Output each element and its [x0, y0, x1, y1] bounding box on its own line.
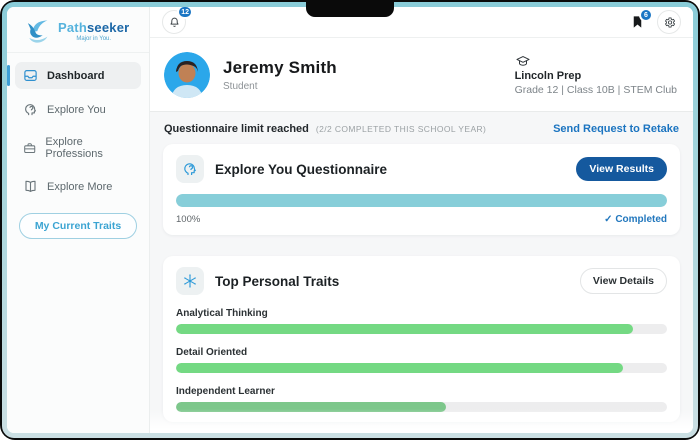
trait-fill	[176, 324, 633, 334]
bell-icon	[168, 16, 181, 29]
dashboard-icon	[23, 68, 38, 83]
sidebar-item-label: Explore More	[47, 181, 112, 193]
trait-row-detail-oriented: Detail Oriented	[176, 347, 667, 373]
brand-name-primary: Path	[58, 20, 87, 35]
traits-card-title: Top Personal Traits	[215, 274, 339, 289]
avatar-photo	[164, 52, 210, 98]
progress-percent-label: 100%	[176, 214, 200, 225]
trait-row-independent-learner: Independent Learner	[176, 386, 667, 412]
app-window: Pathseeker Major in You. Dashboard	[7, 7, 693, 433]
traits-card: Top Personal Traits View Details Analyti…	[163, 256, 680, 422]
questionnaire-progress-fill	[176, 194, 667, 207]
brand-name-secondary: seeker	[87, 20, 129, 35]
sidebar-item-label: Explore You	[47, 104, 106, 116]
brand-tagline: Major in You.	[58, 36, 129, 42]
traits-card-header: Top Personal Traits View Details	[176, 267, 667, 295]
device-frame: Pathseeker Major in You. Dashboard	[0, 0, 700, 440]
trait-fill	[176, 363, 623, 373]
sidebar-item-dashboard[interactable]: Dashboard	[15, 62, 141, 89]
brand-logo: Pathseeker Major in You.	[7, 7, 149, 53]
profile-role: Student	[223, 81, 337, 92]
limit-title: Questionnaire limit reached	[164, 123, 309, 135]
questionnaire-card: Explore You Questionnaire View Results 1…	[163, 144, 680, 235]
trait-track	[176, 324, 667, 334]
profile-header: Jeremy Smith Student Lincoln Prep Grade …	[150, 38, 693, 112]
questionnaire-card-title: Explore You Questionnaire	[215, 162, 387, 177]
avatar	[164, 52, 210, 98]
notification-badge: 12	[177, 7, 193, 19]
limit-note: (2/2 COMPLETED THIS SCHOOL YEAR)	[316, 124, 486, 134]
trait-fill	[176, 402, 446, 412]
sidebar: Pathseeker Major in You. Dashboard	[7, 7, 150, 433]
sidebar-nav: Dashboard Explore You Explore Profession…	[7, 53, 149, 200]
sidebar-item-explore-you[interactable]: Explore You	[15, 96, 141, 123]
view-details-button[interactable]: View Details	[580, 268, 667, 294]
gear-icon	[663, 16, 676, 29]
questionnaire-limit-banner: Questionnaire limit reached (2/2 COMPLET…	[150, 112, 693, 144]
trait-label: Analytical Thinking	[176, 308, 667, 319]
graduation-cap-icon	[515, 54, 531, 68]
sparkle-icon	[182, 273, 198, 289]
trait-label: Detail Oriented	[176, 347, 667, 358]
main-area: 12 6	[150, 7, 693, 433]
sidebar-item-label: Explore Professions	[45, 136, 133, 160]
my-current-traits-button[interactable]: My Current Traits	[19, 213, 137, 239]
sailfish-logo-icon	[23, 17, 53, 44]
dashboard-content: Questionnaire limit reached (2/2 COMPLET…	[150, 112, 693, 433]
profile-name-block: Jeremy Smith Student	[223, 58, 337, 92]
questionnaire-card-header: Explore You Questionnaire View Results	[176, 155, 667, 183]
send-request-to-retake-link[interactable]: Send Request to Retake	[553, 123, 679, 135]
questionnaire-icon-tile	[176, 155, 204, 183]
trait-track	[176, 363, 667, 373]
open-book-icon	[23, 179, 38, 194]
bookmark-badge: 6	[639, 8, 653, 22]
sidebar-item-explore-more[interactable]: Explore More	[15, 173, 141, 200]
sidebar-item-label: Dashboard	[47, 70, 104, 82]
trait-row-analytical-thinking: Analytical Thinking	[176, 308, 667, 334]
notifications-button[interactable]: 12	[162, 10, 186, 34]
bookmarks-button[interactable]: 6	[630, 14, 645, 30]
brand-text: Pathseeker Major in You.	[58, 20, 129, 42]
topbar: 12 6	[150, 7, 693, 38]
briefcase-icon	[23, 141, 36, 156]
traits-icon-tile	[176, 267, 204, 295]
settings-button[interactable]	[657, 10, 681, 34]
school-name: Lincoln Prep	[515, 70, 582, 82]
questionnaire-progress-track	[176, 194, 667, 207]
school-info: Lincoln Prep Grade 12 | Class 10B | STEM…	[515, 54, 677, 96]
profile-name: Jeremy Smith	[223, 58, 337, 78]
trait-track	[176, 402, 667, 412]
camera-notch	[306, 2, 394, 17]
view-results-button[interactable]: View Results	[576, 157, 667, 181]
questionnaire-card-footer: 100% ✓ Completed	[176, 214, 667, 225]
explore-you-head-icon	[23, 102, 38, 117]
topbar-right: 6	[630, 10, 681, 34]
completed-status: ✓ Completed	[604, 214, 667, 225]
school-details: Grade 12 | Class 10B | STEM Club	[515, 84, 677, 96]
explore-you-head-icon	[182, 161, 198, 177]
trait-label: Independent Learner	[176, 386, 667, 397]
sidebar-item-explore-professions[interactable]: Explore Professions	[15, 130, 141, 166]
